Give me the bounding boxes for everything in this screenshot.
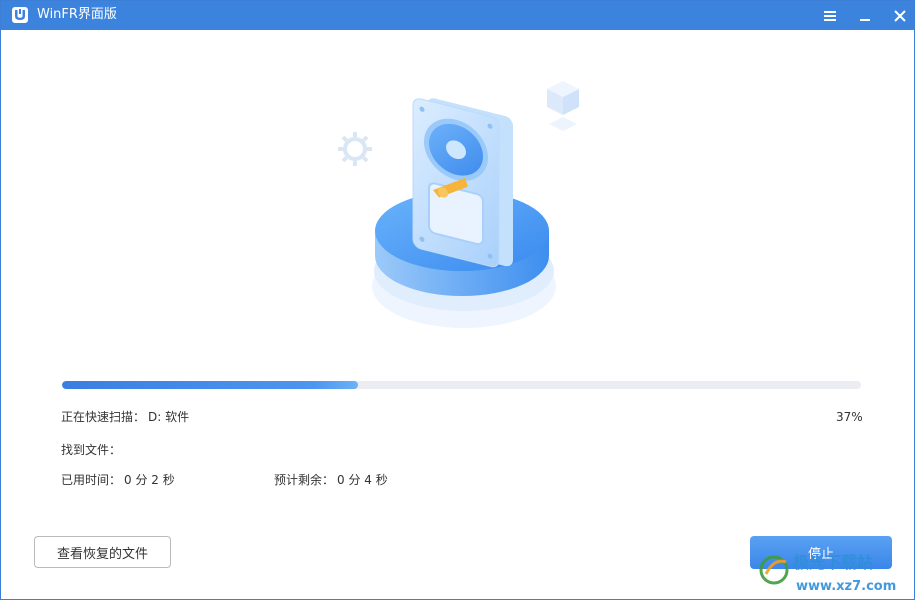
watermark-url-text: www.xz7.com xyxy=(796,579,896,594)
view-recovered-files-button[interactable]: 查看恢复的文件 xyxy=(34,536,171,568)
scan-progress-bar xyxy=(62,381,861,389)
scan-progress-fill xyxy=(62,381,358,389)
window-title: WinFR界面版 xyxy=(37,7,117,22)
found-files-label: 找到文件： xyxy=(61,443,122,457)
elapsed-time-value: 0 分 2 秒 xyxy=(124,473,175,487)
watermark-logo: 极光下载站 www.xz7.com xyxy=(759,553,896,594)
elapsed-time-label: 已用时间： xyxy=(61,473,122,487)
minimize-icon xyxy=(860,18,870,21)
scan-drive-name: D: 软件 xyxy=(148,410,190,424)
remaining-time-label: 预计剩余： xyxy=(274,473,335,487)
menu-button[interactable] xyxy=(815,1,845,30)
scan-percent: 37% xyxy=(836,410,863,424)
watermark-brand-text: 极光下载站 xyxy=(793,553,873,572)
title-bar: WinFR界面版 xyxy=(1,1,914,30)
close-icon xyxy=(894,9,906,22)
winfr-logo-icon xyxy=(12,7,28,23)
close-button[interactable] xyxy=(885,1,914,30)
app-window: WinFR界面版 正在快速扫描： D: 软件 37% 找到文件： 已用时间： 0… xyxy=(0,0,915,600)
hamburger-menu-icon xyxy=(824,10,836,21)
hard-drive-illustration xyxy=(338,81,579,328)
minimize-button[interactable] xyxy=(850,1,880,30)
scan-status-label: 正在快速扫描： xyxy=(61,410,146,424)
remaining-time-value: 0 分 4 秒 xyxy=(337,473,388,487)
